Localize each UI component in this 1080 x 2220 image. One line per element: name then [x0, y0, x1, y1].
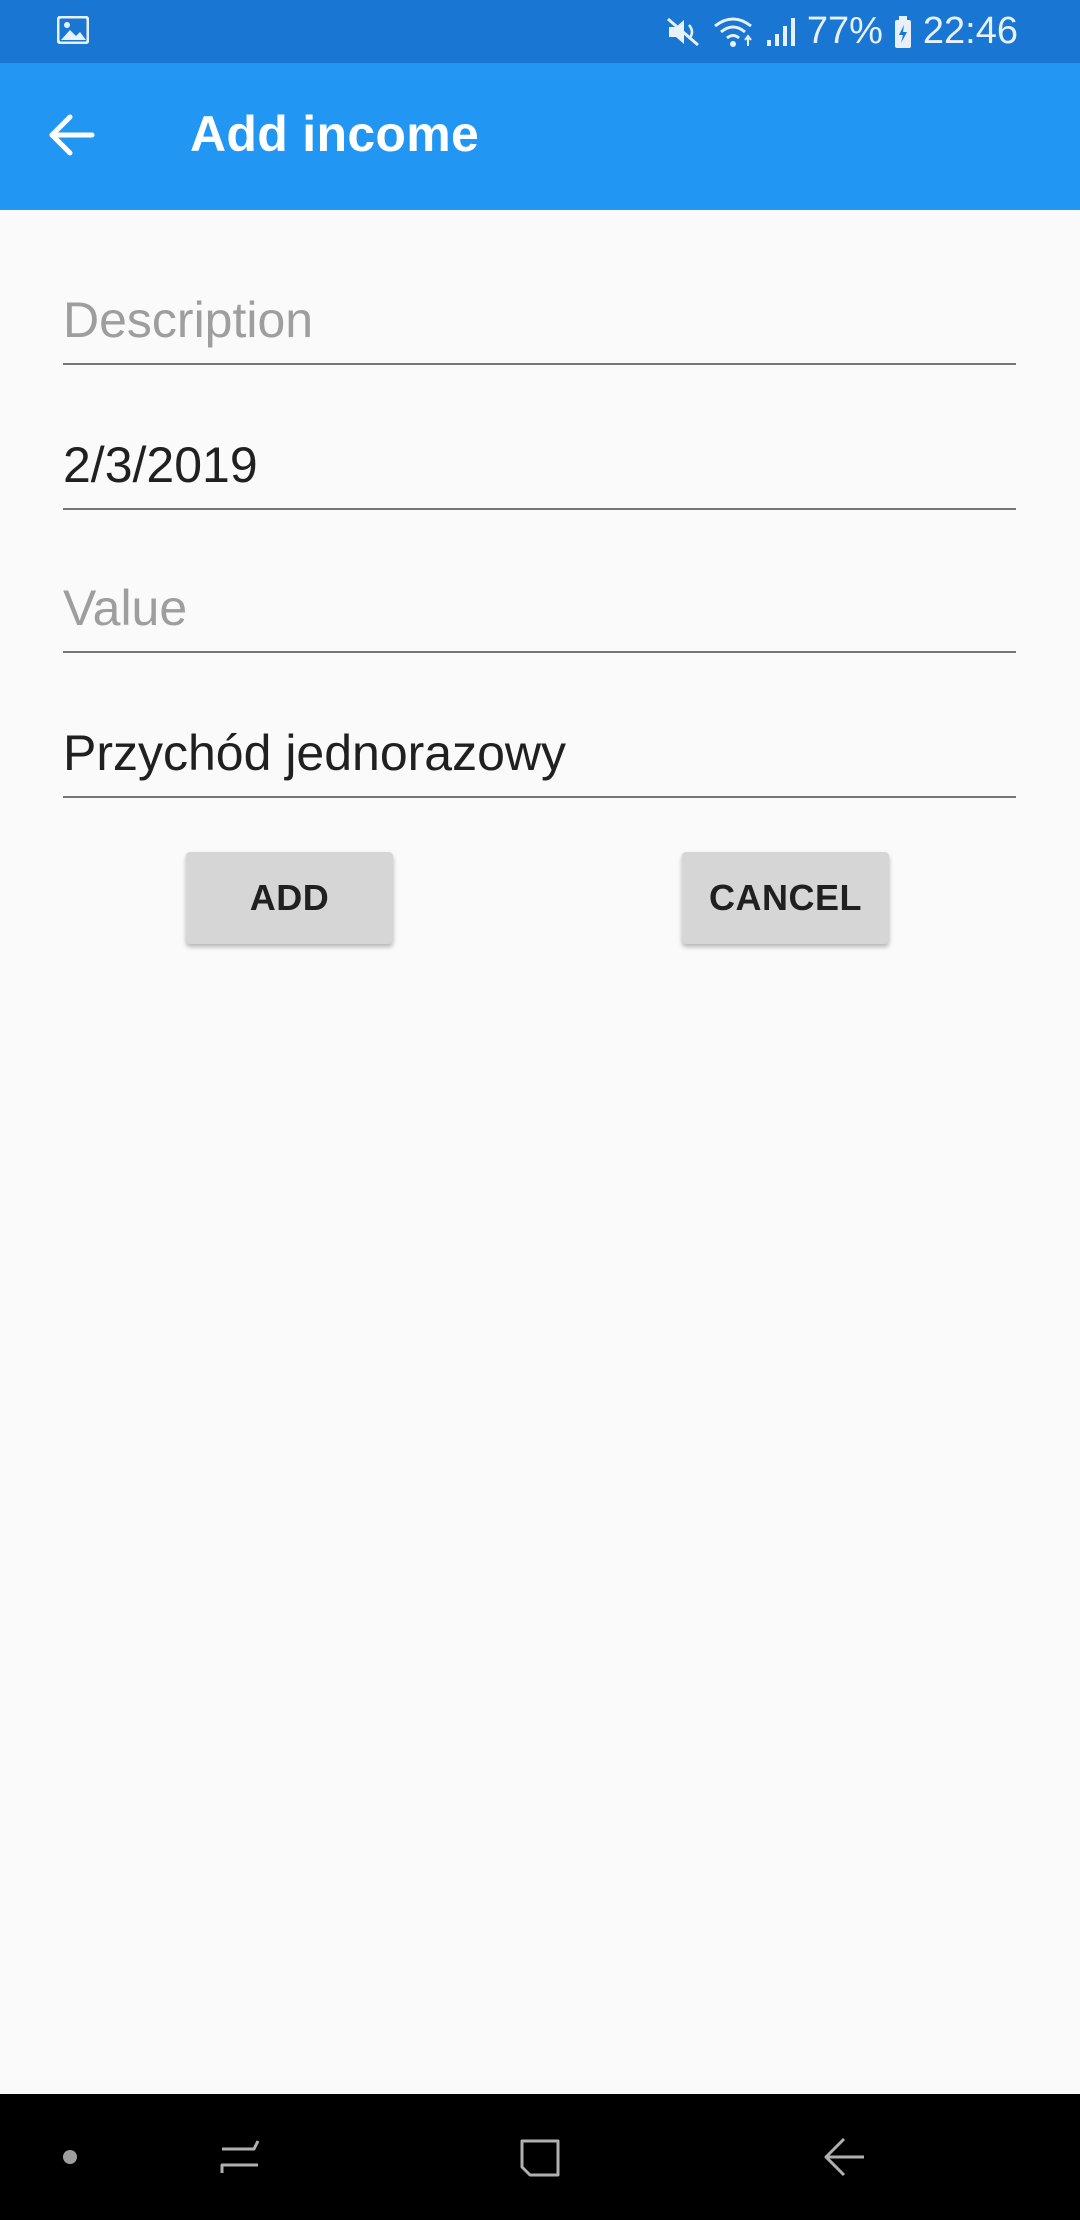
recents-button[interactable] [200, 2094, 280, 2220]
battery-icon [894, 15, 911, 48]
recents-icon [220, 2140, 260, 2173]
status-bar: 77% 22:46 [0, 0, 1080, 63]
home-button[interactable] [500, 2094, 580, 2220]
add-button[interactable]: ADD [186, 852, 393, 944]
value-placeholder: Value [63, 580, 188, 636]
navigation-bar [0, 2094, 1080, 2220]
status-icons: 77% 22:46 [665, 0, 1018, 63]
status-time: 22:46 [922, 10, 1018, 52]
battery-percent: 77% [806, 10, 883, 52]
signal-icon [766, 17, 795, 46]
gallery-icon [57, 16, 89, 44]
nav-back-icon [824, 2137, 864, 2177]
mute-icon [666, 17, 699, 46]
income-type-value: Przychód jednorazowy [63, 725, 567, 781]
cancel-button[interactable]: CANCEL [682, 852, 889, 944]
date-field[interactable]: 2/3/2019 [63, 405, 1016, 510]
nav-back-button[interactable] [804, 2094, 884, 2220]
home-icon [520, 2139, 560, 2177]
arrow-back-icon[interactable] [40, 103, 104, 167]
description-input[interactable]: Description [63, 260, 1016, 365]
value-input[interactable]: Value [63, 548, 1016, 653]
nav-dot-button[interactable] [40, 2094, 100, 2220]
income-type-select[interactable]: Przychód jednorazowy [63, 693, 1016, 798]
page-title: Add income [190, 106, 480, 162]
date-value: 2/3/2019 [63, 437, 258, 493]
description-placeholder: Description [63, 292, 314, 348]
app-bar: Add income [0, 63, 1080, 210]
wifi-icon [713, 17, 752, 47]
nav-dot-icon [63, 2150, 77, 2164]
